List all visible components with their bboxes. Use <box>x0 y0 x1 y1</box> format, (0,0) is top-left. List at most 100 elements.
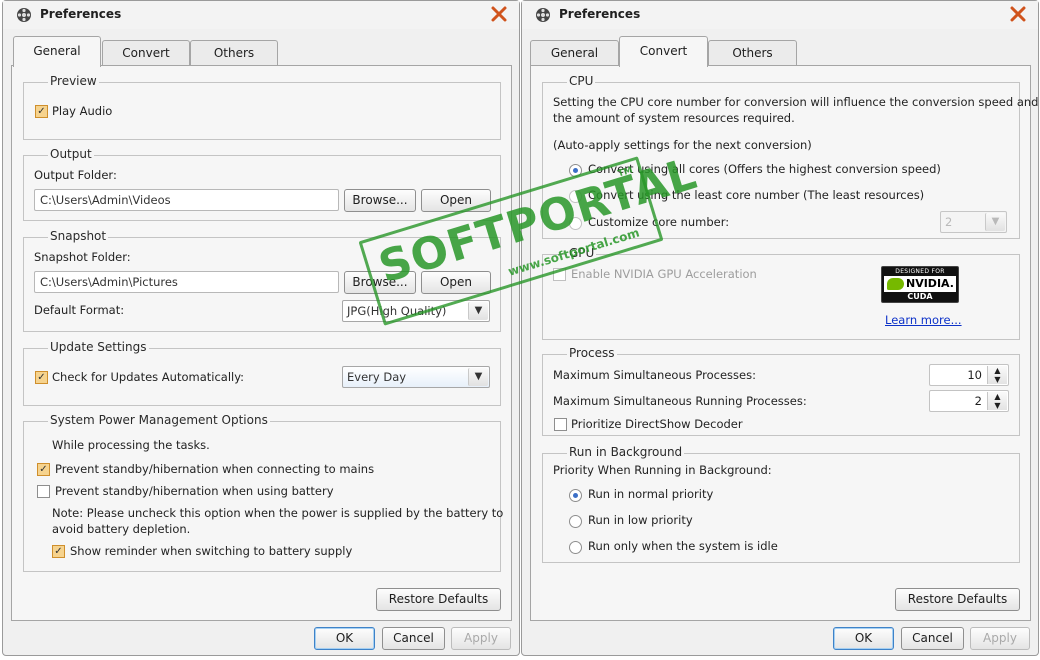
nvidia-cuda-logo: DESIGNED FOR NVIDIA. CUDA <box>881 266 959 303</box>
close-icon[interactable] <box>1008 4 1028 24</box>
snapshot-group: Snapshot Snapshot Folder: C:\Users\Admin… <box>23 229 501 332</box>
battery-reminder-checkbox[interactable]: ✓ <box>52 545 65 558</box>
window-title: Preferences <box>40 7 122 21</box>
max-simultaneous-stepper[interactable]: 10 ▲ ▼ <box>929 364 1009 386</box>
default-format-select[interactable]: JPG(High Quality) ▼ <box>342 300 490 322</box>
apply-button[interactable]: Apply <box>451 627 511 650</box>
ok-button[interactable]: OK <box>833 627 894 650</box>
output-browse-button[interactable]: Browse... <box>344 189 416 212</box>
auto-update-label: Check for Updates Automatically: <box>52 370 245 384</box>
process-group: Process Maximum Simultaneous Processes: … <box>542 346 1020 436</box>
normal-priority-label: Run in normal priority <box>588 487 714 501</box>
preview-group: Preview ✓ Play Audio <box>23 74 501 140</box>
gpu-group: GPU Enable NVIDIA GPU Acceleration DESIG… <box>542 246 1020 340</box>
preferences-window-general: Preferences General Convert Others Previ… <box>2 0 520 656</box>
update-frequency-value: Every Day <box>347 370 407 384</box>
badge-top-text: DESIGNED FOR <box>895 268 945 275</box>
output-title: Output <box>48 147 94 161</box>
cpu-description-line2: the amount of system resources required. <box>553 111 795 125</box>
badge-brand-text: NVIDIA. <box>906 277 954 290</box>
preferences-window-convert: Preferences General Convert Others CPU S… <box>521 0 1039 656</box>
process-title: Process <box>567 346 617 360</box>
battery-note-line1: Note: Please uncheck this option when th… <box>52 506 504 520</box>
chevron-down-icon: ▼ <box>468 368 488 386</box>
max-simultaneous-label: Maximum Simultaneous Processes: <box>553 368 756 382</box>
default-format-value: JPG(High Quality) <box>347 304 447 318</box>
title-bar[interactable]: Preferences <box>522 1 1038 29</box>
cancel-button[interactable]: Cancel <box>382 627 445 650</box>
custom-cores-radio[interactable] <box>569 217 582 230</box>
power-title: System Power Management Options <box>48 413 270 427</box>
chevron-down-icon: ▼ <box>985 213 1005 231</box>
tab-convert[interactable]: Convert <box>102 40 190 66</box>
cancel-button[interactable]: Cancel <box>901 627 964 650</box>
snapshot-open-button[interactable]: Open <box>421 271 491 294</box>
ok-button[interactable]: OK <box>314 627 375 650</box>
normal-priority-radio[interactable] <box>569 489 582 502</box>
directshow-label: Prioritize DirectShow Decoder <box>571 417 743 431</box>
tab-others[interactable]: Others <box>190 40 278 66</box>
low-priority-label: Run in low priority <box>588 513 693 527</box>
output-folder-label: Output Folder: <box>34 168 117 182</box>
stepper-arrows-icon[interactable]: ▲ ▼ <box>987 392 1007 410</box>
all-cores-radio[interactable] <box>569 164 582 177</box>
tab-bar: General Convert Others <box>11 36 511 67</box>
output-folder-input[interactable]: C:\Users\Admin\Videos <box>34 189 339 211</box>
output-group: Output Output Folder: C:\Users\Admin\Vid… <box>23 147 501 221</box>
film-reel-icon <box>536 8 550 22</box>
play-audio-label: Play Audio <box>52 104 113 118</box>
tab-general[interactable]: General <box>530 40 619 66</box>
play-audio-checkbox[interactable]: ✓ <box>35 105 48 118</box>
tab-convert[interactable]: Convert <box>619 36 708 67</box>
update-title: Update Settings <box>48 340 149 354</box>
prevent-battery-label: Prevent standby/hibernation when using b… <box>55 484 334 498</box>
title-bar[interactable]: Preferences <box>3 1 519 29</box>
prevent-mains-checkbox[interactable]: ✓ <box>37 463 50 476</box>
power-group: System Power Management Options While pr… <box>23 413 504 572</box>
restore-defaults-button[interactable]: Restore Defaults <box>376 588 501 611</box>
nvidia-wordmark: NVIDIA. <box>884 276 956 292</box>
max-running-label: Maximum Simultaneous Running Processes: <box>553 394 807 408</box>
output-open-button[interactable]: Open <box>421 189 491 212</box>
prevent-battery-checkbox[interactable] <box>37 485 50 498</box>
directshow-checkbox[interactable] <box>554 418 567 431</box>
restore-defaults-button[interactable]: Restore Defaults <box>895 588 1020 611</box>
auto-apply-note: (Auto-apply settings for the next conver… <box>553 138 812 152</box>
snapshot-folder-label: Snapshot Folder: <box>34 250 131 264</box>
battery-reminder-label: Show reminder when switching to battery … <box>70 544 353 558</box>
default-format-label: Default Format: <box>34 303 125 317</box>
background-title: Run in Background <box>567 445 685 459</box>
idle-priority-label: Run only when the system is idle <box>588 539 778 553</box>
tab-others[interactable]: Others <box>708 40 797 66</box>
update-group: Update Settings ✓ Check for Updates Auto… <box>23 340 501 406</box>
low-priority-radio[interactable] <box>569 515 582 528</box>
stepper-arrows-icon[interactable]: ▲ ▼ <box>987 366 1007 384</box>
snapshot-browse-button[interactable]: Browse... <box>344 271 416 294</box>
cpu-title: CPU <box>567 74 596 88</box>
prevent-mains-label: Prevent standby/hibernation when connect… <box>55 462 375 476</box>
cpu-description-line1: Setting the CPU core number for conversi… <box>553 95 1039 109</box>
nvidia-gpu-label: Enable NVIDIA GPU Acceleration <box>571 267 757 281</box>
nvidia-eye-icon <box>887 278 904 290</box>
auto-update-checkbox[interactable]: ✓ <box>35 371 48 384</box>
chevron-down-icon: ▼ <box>468 302 488 320</box>
update-frequency-select[interactable]: Every Day ▼ <box>342 366 490 388</box>
window-title: Preferences <box>559 7 641 21</box>
general-panel: Preview ✓ Play Audio Output Output Folde… <box>11 65 512 621</box>
core-number-select[interactable]: 2 ▼ <box>940 211 1007 233</box>
idle-priority-radio[interactable] <box>569 541 582 554</box>
close-icon[interactable] <box>489 4 509 24</box>
custom-cores-label: Customize core number: <box>588 215 730 229</box>
max-running-stepper[interactable]: 2 ▲ ▼ <box>929 390 1009 412</box>
least-cores-radio[interactable] <box>569 190 582 203</box>
learn-more-link[interactable]: Learn more... <box>885 313 962 327</box>
apply-button[interactable]: Apply <box>970 627 1030 650</box>
tab-general[interactable]: General <box>13 36 101 67</box>
badge-bottom-text: CUDA <box>907 292 933 301</box>
convert-panel: CPU Setting the CPU core number for conv… <box>530 65 1038 621</box>
processing-note: While processing the tasks. <box>52 438 210 452</box>
snapshot-folder-input[interactable]: C:\Users\Admin\Pictures <box>34 271 339 293</box>
cpu-group: CPU Setting the CPU core number for conv… <box>542 74 1038 239</box>
film-reel-icon <box>17 8 31 22</box>
nvidia-gpu-checkbox[interactable] <box>553 268 566 281</box>
